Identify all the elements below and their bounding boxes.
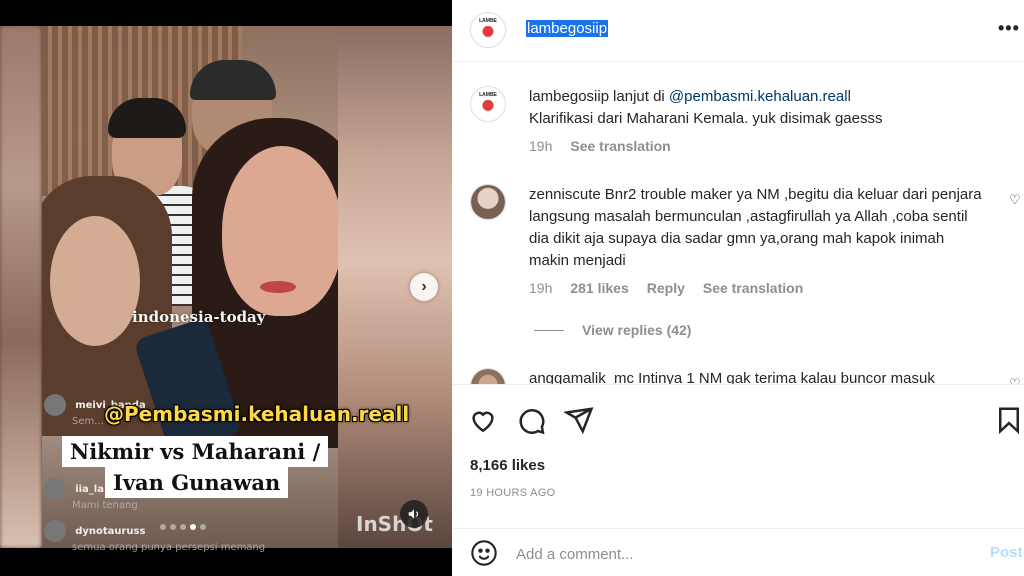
- caption-mention-link[interactable]: @pembasmi.kehaluan.reall: [669, 88, 851, 105]
- reply-button[interactable]: Reply: [647, 280, 685, 296]
- live-comment-name: dynotauruss: [75, 526, 146, 537]
- carousel-dot: [180, 524, 186, 530]
- watermark-text: indonesia-today: [132, 308, 266, 326]
- live-comment-text: semua orang punya persepsi memang: [72, 542, 266, 553]
- blurred-background-left: [0, 26, 42, 548]
- comment-body: zenniscute Bnr2 trouble maker ya NM ,begi…: [529, 184, 984, 272]
- video-title-line1: Nikmir vs Maharani /: [62, 436, 329, 467]
- view-replies-label: View replies (42): [582, 322, 692, 338]
- post-header: LAMBE lambegosiip •••: [452, 0, 1024, 62]
- avatar: [44, 520, 66, 542]
- comment-avatar[interactable]: [470, 368, 506, 384]
- lips: [260, 281, 296, 293]
- carousel-dot-active: [190, 524, 196, 530]
- live-comment-text: Sem...: [72, 416, 104, 427]
- divider-line: [534, 329, 564, 331]
- see-translation-link[interactable]: See translation: [570, 138, 670, 154]
- comment-body: anggamalik_mc Intinya 1 NM gak terima kal…: [529, 368, 989, 384]
- author-username[interactable]: lambegosiip: [526, 20, 609, 37]
- chevron-right-icon: ›: [421, 278, 427, 295]
- next-slide-button[interactable]: ›: [410, 273, 438, 301]
- live-comment: dynotauruss semua orang punya persepsi m…: [44, 520, 265, 553]
- comment-avatar[interactable]: [470, 184, 506, 220]
- author-avatar[interactable]: LAMBE: [470, 12, 506, 48]
- carousel-dot: [170, 524, 176, 530]
- share-icon[interactable]: [564, 405, 594, 435]
- likes-count[interactable]: 8,166 likes: [470, 457, 545, 474]
- lambegosiip-logo: LAMBE: [474, 16, 502, 44]
- post-actions: 8,166 likes 19 HOURS AGO: [452, 384, 1024, 512]
- caption-username[interactable]: lambegosiip: [529, 88, 609, 105]
- overlay-handle-text: @Pembasmi.kehaluan.reall: [104, 402, 410, 426]
- carousel-dot: [160, 524, 166, 530]
- left-woman-face: [50, 216, 140, 346]
- comment-time: 19h: [529, 280, 553, 296]
- carousel-dot: [200, 524, 206, 530]
- lambegosiip-logo: LAMBE: [474, 90, 502, 118]
- avatar: [471, 369, 505, 384]
- live-comment-text: Mami tenang: [72, 500, 138, 511]
- comments-list[interactable]: LAMBE lambegosiip lanjut di @pembasmi.keh…: [452, 62, 1024, 384]
- comment-username[interactable]: anggamalik_mc: [529, 370, 634, 384]
- speaker-icon: [408, 509, 419, 519]
- caption-meta: 19h See translation: [529, 138, 671, 154]
- avatar: [471, 185, 505, 219]
- caption-text-line2: Klarifikasi dari Maharani Kemala. yuk di…: [529, 110, 883, 127]
- post-button[interactable]: Post: [990, 544, 1023, 561]
- heart-icon[interactable]: [468, 405, 498, 435]
- comment-like-heart-icon[interactable]: ♡: [1009, 376, 1021, 384]
- comment-username[interactable]: zenniscute: [529, 186, 601, 203]
- bookmark-icon[interactable]: [994, 405, 1024, 435]
- caption-avatar[interactable]: LAMBE: [470, 86, 506, 122]
- caption-time: 19h: [529, 138, 553, 154]
- emoji-icon[interactable]: [470, 539, 498, 567]
- comment-input[interactable]: [516, 543, 976, 565]
- comment-likes[interactable]: 281 likes: [570, 280, 628, 296]
- view-replies-button[interactable]: View replies (42): [534, 322, 691, 338]
- see-translation-link[interactable]: See translation: [703, 280, 803, 296]
- post-sidebar: LAMBE lambegosiip ••• LAMBE lambegosiip l…: [452, 0, 1024, 576]
- add-comment-bar: Post: [452, 528, 1024, 576]
- post-timestamp: 19 HOURS AGO: [470, 487, 556, 499]
- baseball-cap: [190, 60, 276, 100]
- caption-body: lambegosiip lanjut di @pembasmi.kehaluan.…: [529, 86, 989, 130]
- post-media[interactable]: indonesia-today meivi_banda Sem... @Pemb…: [0, 0, 452, 576]
- carousel-dots: [160, 524, 206, 530]
- avatar: [44, 478, 66, 500]
- comment-like-heart-icon[interactable]: ♡: [1009, 192, 1021, 208]
- comment-icon[interactable]: [516, 405, 546, 435]
- video-title-line2: Ivan Gunawan: [105, 467, 289, 498]
- caption-text: lanjut di: [613, 88, 669, 105]
- avatar: [44, 394, 66, 416]
- more-horizontal-icon[interactable]: •••: [998, 18, 1020, 39]
- comment-text: Intinya 1 NM gak terima kalau buncor mas…: [638, 370, 935, 384]
- audio-toggle-button[interactable]: [400, 500, 428, 528]
- comment-meta: 19h 281 likes Reply See translation: [529, 280, 803, 296]
